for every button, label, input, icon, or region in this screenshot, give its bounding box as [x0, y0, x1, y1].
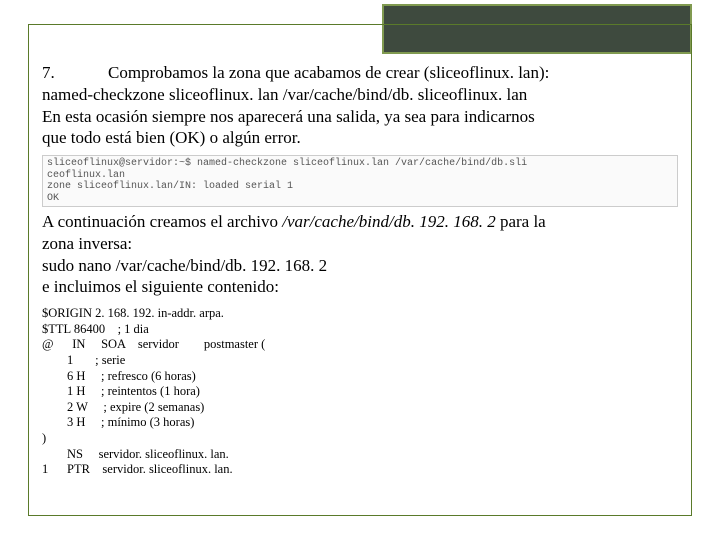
terminal-output: sliceoflinux@servidor:~$ named-checkzone…	[42, 155, 678, 207]
terminal-line4: OK	[47, 193, 59, 204]
next-line3: sudo nano /var/cache/bind/db. 192. 168. …	[42, 256, 327, 275]
step-line2: named-checkzone sliceoflinux. lan /var/c…	[42, 85, 527, 104]
step-line1: Comprobamos la zona que acabamos de crea…	[108, 63, 549, 82]
next-line1c: para la	[496, 212, 546, 231]
paragraph-next: A continuación creamos el archivo /var/c…	[42, 211, 678, 298]
zone-file-content: $ORIGIN 2. 168. 192. in-addr. arpa. $TTL…	[42, 306, 678, 478]
next-line1a: A continuación creamos el archivo	[42, 212, 282, 231]
terminal-line3: zone sliceoflinux.lan/IN: loaded serial …	[47, 181, 293, 192]
next-line4: e incluimos el siguiente contenido:	[42, 277, 279, 296]
terminal-line2: ceoflinux.lan	[47, 170, 125, 181]
terminal-line1: sliceoflinux@servidor:~$ named-checkzone…	[47, 158, 527, 169]
step-number: 7.	[42, 62, 108, 84]
paragraph-step: 7.Comprobamos la zona que acabamos de cr…	[42, 62, 678, 149]
next-filepath: /var/cache/bind/db. 192. 168. 2	[282, 212, 495, 231]
next-line2: zona inversa:	[42, 234, 132, 253]
step-line3: En esta ocasión siempre nos aparecerá un…	[42, 107, 535, 126]
slide-content: 7.Comprobamos la zona que acabamos de cr…	[42, 62, 678, 510]
step-line4: que todo está bien (OK) o algún error.	[42, 128, 301, 147]
